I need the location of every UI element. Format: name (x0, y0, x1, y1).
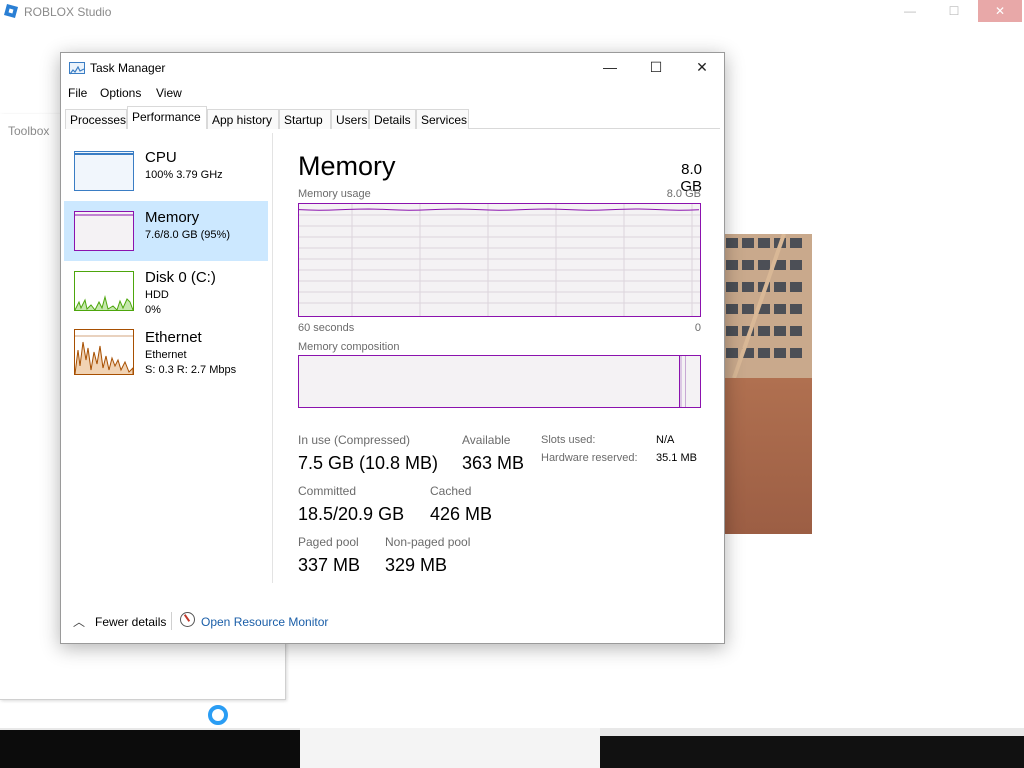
paged-pool-value: 337 MB (298, 555, 361, 575)
non-paged-pool-label: Non-paged pool (385, 535, 471, 549)
sidebar-item-label: Disk 0 (C:) (145, 269, 216, 286)
disk-thumbnail (74, 271, 134, 311)
chart-axis-right: 0 (694, 322, 701, 334)
memory-usage-chart (298, 203, 701, 317)
tab-bar: Processes Performance App history Startu… (65, 106, 720, 129)
tab-processes[interactable]: Processes (65, 109, 127, 129)
memory-composition-bar (298, 355, 701, 408)
sidebar-item-disk[interactable]: Disk 0 (C:) HDD 0% (64, 261, 268, 321)
non-paged-pool-value: 329 MB (385, 555, 448, 575)
footer-divider (171, 612, 172, 630)
open-resource-monitor-link[interactable]: Open Resource Monitor (201, 615, 328, 629)
memory-usage-label: Memory usage (298, 188, 371, 200)
roblox-studio-title: ROBLOX Studio (24, 5, 112, 19)
roblox-logo-icon (4, 4, 18, 18)
sidebar-item-cpu[interactable]: CPU 100% 3.79 GHz (64, 141, 268, 201)
tab-details[interactable]: Details (369, 109, 416, 129)
composition-standby-segment (685, 356, 687, 407)
sidebar-item-detail: 100% 3.79 GHz (145, 169, 223, 181)
sidebar-item-memory[interactable]: Memory 7.6/8.0 GB (95%) (64, 201, 268, 261)
resource-title: Memory (298, 151, 396, 181)
committed-label: Committed (298, 484, 357, 498)
sidebar-item-label: CPU (145, 149, 177, 166)
resource-sidebar: CPU 100% 3.79 GHz Memory 7.6/8.0 GB (95%… (61, 133, 273, 583)
memory-thumbnail (74, 211, 134, 251)
close-button[interactable]: ✕ (679, 53, 725, 83)
sidebar-item-detail: HDD (145, 289, 169, 301)
memory-composition-label: Memory composition (298, 341, 400, 353)
maximize-button[interactable]: ☐ (633, 53, 679, 83)
bottom-strip (300, 728, 600, 768)
committed-value: 18.5/20.9 GB (298, 504, 405, 524)
loading-spinner-icon (208, 705, 228, 725)
menu-view[interactable]: View (156, 86, 182, 100)
task-manager-footer: ︿ Fewer details Open Resource Monitor (61, 608, 724, 638)
tab-users[interactable]: Users (331, 109, 369, 129)
in-use-label: In use (Compressed) (298, 433, 411, 447)
sidebar-item-detail-2: S: 0.3 R: 2.7 Mbps (145, 364, 237, 376)
tab-startup[interactable]: Startup (279, 109, 331, 129)
menu-options[interactable]: Options (100, 86, 141, 100)
tab-performance[interactable]: Performance (127, 106, 207, 129)
memory-usage-graph (299, 204, 700, 316)
ethernet-thumbnail (74, 329, 134, 375)
slots-used-value: N/A (656, 434, 675, 446)
memory-detail-pane: Memory 8.0 GB Memory usage 8.0 GB 60 sec… (281, 133, 721, 583)
cached-value: 426 MB (430, 504, 493, 524)
roblox-studio-titlebar: ROBLOX Studio — ☐ ✕ (0, 0, 1024, 24)
sidebar-item-detail-2: 0% (145, 304, 161, 316)
roblox-minimize-button[interactable]: — (888, 0, 932, 22)
task-manager-icon (69, 62, 85, 75)
roblox-close-button[interactable]: ✕ (978, 0, 1022, 22)
slots-used-label: Slots used: (541, 434, 596, 446)
building-windows (726, 234, 802, 379)
sidebar-item-detail: 7.6/8.0 GB (95%) (145, 229, 230, 241)
bottom-shadow-right (600, 736, 1024, 768)
task-manager-titlebar[interactable]: Task Manager — ☐ ✕ (61, 53, 724, 83)
building-image (724, 234, 812, 534)
resource-monitor-icon[interactable] (180, 612, 195, 627)
available-value: 363 MB (462, 453, 525, 473)
available-label: Available (462, 433, 511, 447)
task-manager-window: Task Manager — ☐ ✕ File Options View Pro… (60, 52, 725, 644)
chevron-up-icon[interactable]: ︿ (73, 613, 85, 630)
chart-axis-left: 60 seconds (298, 322, 355, 334)
sidebar-item-ethernet[interactable]: Ethernet Ethernet S: 0.3 R: 2.7 Mbps (64, 321, 268, 387)
tab-services[interactable]: Services (416, 109, 469, 129)
sidebar-item-label: Ethernet (145, 329, 202, 346)
cached-label: Cached (430, 484, 472, 498)
cpu-thumbnail (74, 151, 134, 191)
roblox-maximize-button[interactable]: ☐ (932, 0, 976, 22)
composition-modified-segment (679, 356, 682, 407)
tab-app-history[interactable]: App history (207, 109, 279, 129)
hardware-reserved-value: 35.1 MB (656, 452, 697, 464)
menu-file[interactable]: File (68, 86, 87, 100)
sidebar-item-label: Memory (145, 209, 200, 226)
building-wall (724, 378, 812, 534)
minimize-button[interactable]: — (587, 53, 633, 83)
toolbox-label: Toolbox (8, 124, 50, 138)
in-use-value: 7.5 GB (10.8 MB) (298, 453, 439, 473)
hardware-reserved-label: Hardware reserved: (541, 452, 638, 464)
sidebar-item-detail: Ethernet (145, 349, 187, 361)
menu-bar: File Options View (61, 84, 724, 104)
window-title: Task Manager (90, 61, 166, 75)
paged-pool-label: Paged pool (298, 535, 359, 549)
bottom-shadow-left (0, 730, 300, 768)
memory-usage-max: 8.0 GB (666, 188, 701, 200)
fewer-details-link[interactable]: Fewer details (95, 615, 166, 629)
building-facade (724, 234, 812, 379)
